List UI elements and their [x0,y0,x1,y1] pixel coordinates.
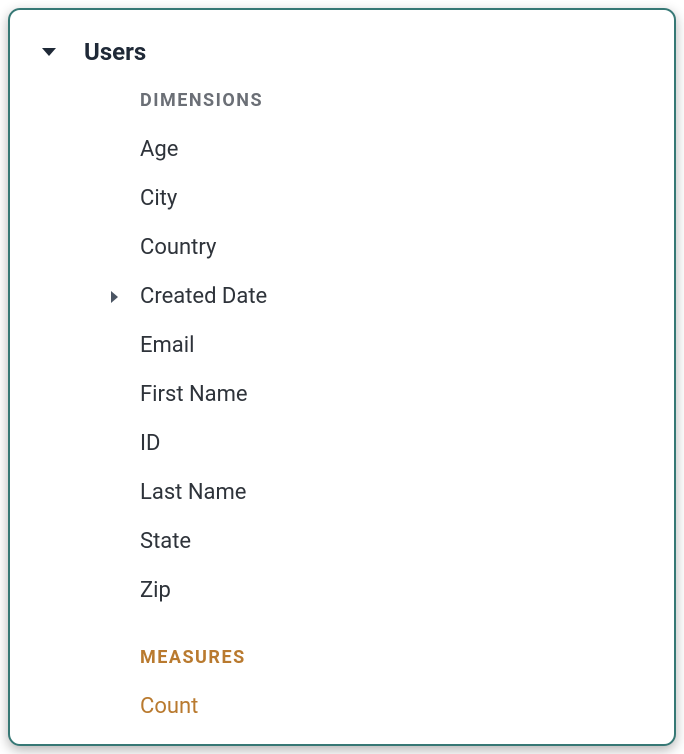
dimension-field-label: ID [140,431,160,456]
view-header[interactable]: Users [10,38,674,66]
measures-section-label: MEASURES [10,647,674,668]
dimension-field-label: State [140,529,191,554]
dimension-field-label: Email [140,333,194,358]
measure-field-label: Count [140,694,198,719]
measures-list: Count [10,682,674,731]
dimension-field[interactable]: State [10,517,674,566]
chevron-right-icon [111,291,118,303]
dimension-field[interactable]: Last Name [10,468,674,517]
dimension-field-label: Last Name [140,480,246,505]
dimension-field[interactable]: City [10,174,674,223]
field-chevron-slot [10,291,140,303]
dimension-field-label: Age [140,137,178,162]
dimensions-section-label: DIMENSIONS [10,90,674,111]
field-picker-panel: Users DIMENSIONS Age City Country Created D… [8,8,676,746]
dimension-field-label: Zip [140,578,171,603]
dimension-field[interactable]: Zip [10,566,674,615]
dimension-field-label: Country [140,235,216,260]
dimension-field[interactable]: Country [10,223,674,272]
dimension-field[interactable]: Age [10,125,674,174]
measure-field[interactable]: Count [10,682,674,731]
dimension-field[interactable]: Email [10,321,674,370]
dimension-field-label: First Name [140,382,248,407]
dimension-field-label: City [140,186,177,211]
dimension-field[interactable]: ID [10,419,674,468]
dimension-field-label: Created Date [140,284,267,309]
chevron-down-icon [42,48,56,56]
dimensions-list: Age City Country Created Date Email First Nam… [10,125,674,615]
dimension-field[interactable]: First Name [10,370,674,419]
dimension-field[interactable]: Created Date [10,272,674,321]
view-title: Users [84,38,146,66]
